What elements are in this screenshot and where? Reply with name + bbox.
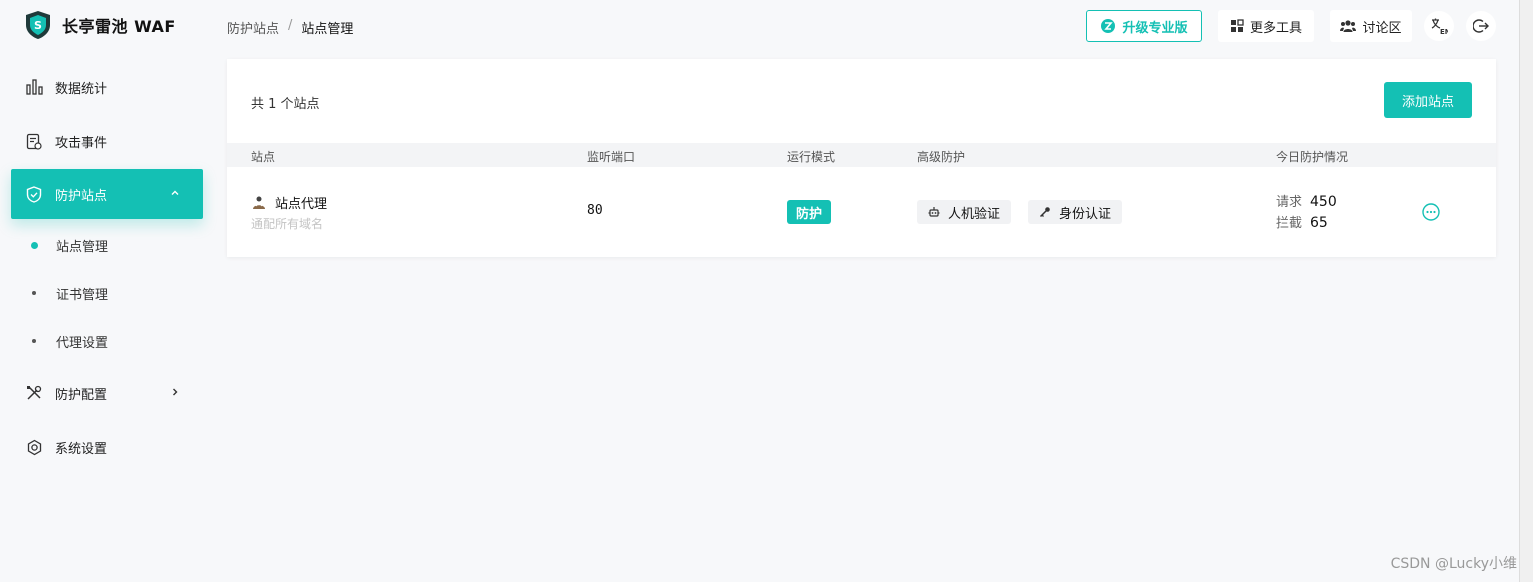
site-name: 站点代理 (275, 197, 328, 212)
sidebar-item-stats[interactable]: 数据统计 (11, 62, 203, 112)
breadcrumb-separator: / (288, 18, 293, 33)
logout-button[interactable] (1466, 11, 1496, 41)
shield-icon (25, 185, 43, 203)
table-row[interactable]: 站点代理 通配所有域名 80 防护 人机验证 身份认证 请求 450 拦截 65 (227, 167, 1496, 257)
listen-port: 80 (587, 203, 603, 218)
breadcrumb-current: 站点管理 (301, 22, 354, 37)
sidebar-item-label: 攻击事件 (55, 135, 108, 151)
svg-text:EN: EN (1440, 28, 1448, 35)
forum-button[interactable]: 讨论区 (1330, 10, 1412, 42)
chevron-right-icon[interactable] (169, 386, 181, 398)
sidebar: S 长亭雷池 WAF 数据统计 攻击事件 防护站点 站点管理 证书管理 代理设置 (0, 0, 214, 582)
sidebar-item-protected-sites[interactable]: 防护站点 (11, 169, 203, 219)
tools-icon (25, 384, 43, 402)
more-actions-icon[interactable] (1422, 203, 1440, 221)
sidebar-item-label: 防护站点 (55, 188, 108, 204)
apps-grid-icon (1230, 19, 1244, 32)
column-header-site: 站点 (251, 150, 276, 164)
site-domain-subtitle: 通配所有域名 (251, 217, 324, 231)
upgrade-button[interactable]: 升级专业版 (1086, 10, 1202, 42)
app-logo[interactable]: S 长亭雷池 WAF (24, 10, 176, 40)
devtools-edge-panel (1519, 0, 1533, 582)
site-name-cell[interactable]: 站点代理 (251, 193, 327, 212)
users-icon (1340, 20, 1357, 32)
sidebar-item-label: 系统设置 (55, 441, 108, 457)
forum-label: 讨论区 (1362, 20, 1402, 36)
breadcrumb-parent[interactable]: 防护站点 (227, 18, 279, 37)
sites-card: 共 1 个站点 添加站点 站点 监听端口 运行模式 高级防护 今日防护情况 站点… (227, 59, 1496, 257)
sidebar-subitem-label: 站点管理 (56, 239, 109, 255)
active-dot-icon (31, 241, 38, 249)
bar-chart-icon (25, 78, 43, 96)
sidebar-item-label: 数据统计 (55, 81, 108, 97)
run-mode-badge: 防护 (787, 200, 832, 224)
column-header-today-stats: 今日防护情况 (1276, 150, 1349, 164)
sidebar-subitem-label: 证书管理 (56, 287, 109, 303)
gear-icon (25, 438, 43, 456)
advanced-tag-captcha[interactable]: 人机验证 (917, 200, 1012, 224)
block-label: 拦截 (1276, 216, 1303, 231)
sidebar-subitem-label: 代理设置 (56, 335, 109, 351)
column-header-advanced: 高级防护 (917, 150, 966, 164)
sidebar-item-system-settings[interactable]: 系统设置 (11, 422, 203, 472)
add-site-button[interactable]: 添加站点 (1384, 82, 1472, 118)
key-icon (1039, 207, 1050, 218)
upgrade-label: 升级专业版 (1122, 20, 1188, 36)
breadcrumb: 防护站点 / 站点管理 (227, 18, 353, 37)
translate-icon: EN (1431, 18, 1448, 35)
more-tools-button[interactable]: 更多工具 (1218, 10, 1314, 42)
column-header-mode: 运行模式 (787, 150, 836, 164)
request-value: 450 (1310, 194, 1337, 210)
advanced-tag-label: 人机验证 (948, 206, 1001, 222)
advanced-tag-label: 身份认证 (1059, 206, 1112, 222)
robot-icon (928, 207, 940, 217)
sidebar-subitem-certificates[interactable]: 证书管理 (32, 282, 108, 304)
sidebar-item-protection-config[interactable]: 防护配置 (11, 368, 203, 418)
today-protection-stats: 请求 450 拦截 65 (1276, 192, 1337, 234)
bullet-dot-icon (32, 291, 36, 295)
table-header: 站点 监听端口 运行模式 高级防护 今日防护情况 (227, 143, 1496, 167)
event-icon (25, 132, 43, 150)
sidebar-item-events[interactable]: 攻击事件 (11, 116, 203, 166)
advanced-tag-auth[interactable]: 身份认证 (1028, 200, 1123, 224)
svg-text:S: S (34, 19, 42, 32)
sidebar-item-label: 防护配置 (55, 387, 108, 403)
request-label: 请求 (1276, 195, 1303, 210)
proxy-site-icon (253, 196, 265, 209)
watermark: CSDN @Lucky小维 (1390, 556, 1517, 572)
upgrade-logo-icon (1101, 19, 1116, 33)
bullet-dot-icon (32, 339, 36, 343)
sidebar-subitem-site-management[interactable]: 站点管理 (31, 234, 109, 256)
column-header-port: 监听端口 (587, 150, 636, 164)
request-stat: 请求 450 (1276, 192, 1337, 213)
block-value: 65 (1310, 215, 1328, 231)
block-stat: 拦截 65 (1276, 213, 1337, 234)
site-count: 共 1 个站点 (251, 97, 320, 112)
logo-shield-icon: S (26, 11, 50, 39)
chevron-up-icon[interactable] (169, 187, 181, 199)
sidebar-subitem-proxy-settings[interactable]: 代理设置 (32, 330, 108, 352)
logout-icon (1473, 19, 1489, 33)
app-title: 长亭雷池 WAF (62, 17, 176, 36)
language-toggle-button[interactable]: EN (1424, 11, 1454, 41)
more-tools-label: 更多工具 (1249, 20, 1302, 36)
